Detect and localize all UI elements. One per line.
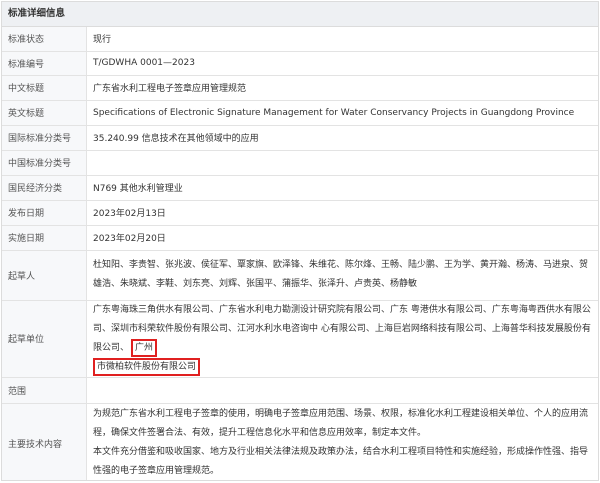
- row-value: 现行: [86, 27, 598, 52]
- row-drafters: 起草人 杜知阳、李贵智、张兆波、侯征军、覃家旗、欧泽锋、朱维花、陈尔烽、王畅、陆…: [2, 250, 598, 301]
- row-ccs: 中国标准分类号: [2, 150, 598, 176]
- row-label: 中国标准分类号: [2, 150, 87, 176]
- row-drafting-units: 起草单位 广东粤海珠三角供水有限公司、广东省水利电力勘测设计研究院有限公司、广东…: [2, 300, 598, 378]
- row-value: [86, 150, 598, 176]
- row-label: 中文标题: [2, 75, 87, 101]
- row-standard-number: 标准编号 T/GDWHA 0001—2023: [2, 51, 598, 76]
- row-value: 35.240.99 信息技术在其他领域中的应用: [86, 125, 598, 151]
- row-economic-class: 国民经济分类 N769 其他水利管理业: [2, 175, 598, 201]
- row-value: [86, 377, 598, 404]
- panel-header: 标准详细信息: [2, 2, 598, 27]
- highlight-box-start: 市微柏软件股份有限公司: [93, 357, 201, 376]
- row-label: 实施日期: [2, 225, 87, 251]
- row-label: 英文标题: [2, 100, 87, 126]
- row-english-title: 英文标题 Specifications of Electronic Signat…: [2, 100, 598, 126]
- highlight-box-end: 广州: [131, 338, 158, 357]
- row-scope: 范围: [2, 377, 598, 404]
- tech-content-para-1: 为规范广东省水利工程电子签章的使用，明确电子签章应用范围、场景、权限，标准化水利…: [93, 409, 589, 438]
- detail-table: 标准状态 现行 标准编号 T/GDWHA 0001—2023 中文标题 广东省水…: [2, 27, 598, 480]
- row-label: 主要技术内容: [2, 403, 87, 480]
- row-chinese-title: 中文标题 广东省水利工程电子签章应用管理规范: [2, 75, 598, 101]
- row-label: 国民经济分类: [2, 175, 87, 201]
- standard-detail-panel: 标准详细信息 标准状态 现行 标准编号 T/GDWHA 0001—2023 中文…: [1, 1, 599, 481]
- row-value: N769 其他水利管理业: [86, 175, 598, 201]
- row-value: Specifications of Electronic Signature M…: [86, 100, 598, 126]
- row-value: 广东省水利工程电子签章应用管理规范: [86, 75, 598, 101]
- row-label: 标准编号: [2, 51, 87, 76]
- tech-content-value: 为规范广东省水利工程电子签章的使用，明确电子签章应用范围、场景、权限，标准化水利…: [86, 403, 598, 480]
- row-value: 2023年02月13日: [86, 200, 598, 226]
- drafters-value: 杜知阳、李贵智、张兆波、侯征军、覃家旗、欧泽锋、朱维花、陈尔烽、王畅、陆少鹏、王…: [86, 250, 598, 301]
- row-label: 标准状态: [2, 27, 87, 52]
- row-label: 发布日期: [2, 200, 87, 226]
- row-tech-content: 主要技术内容 为规范广东省水利工程电子签章的使用，明确电子签章应用范围、场景、权…: [2, 403, 598, 480]
- row-label: 国际标准分类号: [2, 125, 87, 151]
- drafting-units-value: 广东粤海珠三角供水有限公司、广东省水利电力勘测设计研究院有限公司、广东 粤港供水…: [86, 300, 598, 378]
- tech-content-para-2: 本文件充分借鉴和吸收国家、地方及行业相关法律法规及政策办法，结合水利工程项目特性…: [93, 447, 589, 476]
- row-value: T/GDWHA 0001—2023: [86, 51, 598, 76]
- row-label: 起草人: [2, 250, 87, 301]
- row-label: 起草单位: [2, 300, 87, 378]
- row-ics: 国际标准分类号 35.240.99 信息技术在其他领域中的应用: [2, 125, 598, 151]
- row-publish-date: 发布日期 2023年02月13日: [2, 200, 598, 226]
- drafting-units-text: 广东粤海珠三角供水有限公司、广东省水利电力勘测设计研究院有限公司、广东 粤港供水…: [93, 304, 591, 353]
- row-value: 2023年02月20日: [86, 225, 598, 251]
- row-status: 标准状态 现行: [2, 27, 598, 52]
- row-label: 范围: [2, 377, 87, 404]
- row-implement-date: 实施日期 2023年02月20日: [2, 225, 598, 251]
